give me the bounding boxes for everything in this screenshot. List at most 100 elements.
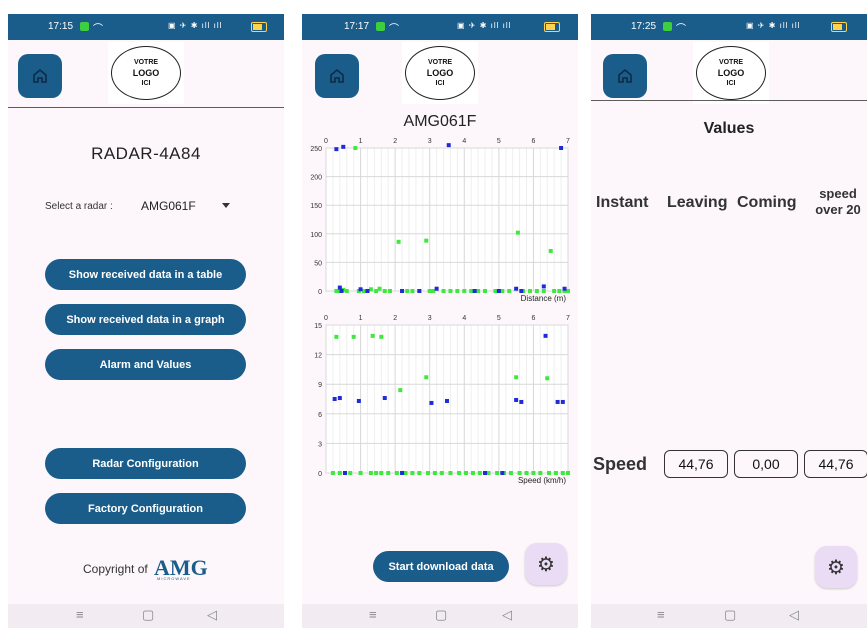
blue-data-point: [434, 286, 439, 291]
logo-line: LOGO: [132, 68, 160, 78]
blue-data-point: [343, 471, 348, 475]
radar-configuration-button[interactable]: Radar Configuration: [45, 448, 246, 479]
green-data-point: [552, 289, 557, 293]
cast-icon: ⌒: [676, 24, 686, 35]
green-data-point: [344, 289, 349, 293]
green-data-point: [362, 289, 367, 293]
system-nav-bar: ≡ ▢ ◁: [591, 604, 867, 628]
status-time: 17:25: [631, 21, 657, 32]
home-icon: [33, 68, 47, 83]
x-tick-label: 2: [393, 315, 397, 322]
speed-chart: 0 1 2 3 4 5 6 703691215Speed (km/h): [314, 315, 570, 485]
green-data-point: [410, 471, 415, 475]
green-data-point: [358, 471, 363, 475]
blue-data-point: [543, 333, 548, 338]
green-data-point: [424, 238, 429, 243]
x-tick-label: 7: [566, 315, 570, 322]
green-data-point: [457, 471, 462, 475]
green-data-point: [330, 471, 335, 475]
green-data-point: [448, 289, 453, 293]
green-data-point: [351, 334, 356, 339]
blue-data-point: [337, 396, 342, 401]
status-bar: 17:17 ⌒ ▣ ✈ ✱ ıll ıll: [302, 14, 578, 40]
radar-select[interactable]: AMG061F: [141, 199, 196, 213]
chart-title: AMG061F: [403, 113, 477, 130]
show-table-button[interactable]: Show received data in a table: [45, 259, 246, 290]
cast-icon: ⌒: [93, 24, 103, 35]
green-data-point: [546, 471, 551, 475]
signal-icons: ▣ ✈ ✱ ıll ıll: [168, 21, 223, 30]
back-triangle-icon[interactable]: ◁: [502, 607, 512, 623]
green-data-point: [548, 248, 553, 253]
green-data-point: [405, 289, 410, 293]
green-data-point: [476, 289, 481, 293]
gear-icon: ⚙: [537, 553, 555, 576]
home-button[interactable]: [603, 54, 647, 98]
menu-icon[interactable]: ≡: [657, 607, 665, 622]
blue-data-point: [500, 471, 505, 475]
green-data-point: [508, 471, 513, 475]
menu-icon[interactable]: ≡: [76, 607, 84, 622]
screen-values: 17:25 ⌒ ▣ ✈ ✱ ıll ıll VOTRE LOGO ICI Val…: [591, 14, 867, 628]
back-triangle-icon[interactable]: ◁: [789, 607, 799, 623]
square-icon[interactable]: ▢: [724, 607, 736, 623]
green-data-point: [368, 287, 373, 292]
green-data-point: [560, 471, 565, 475]
square-icon[interactable]: ▢: [142, 607, 154, 623]
speed-row-label: Speed: [593, 454, 648, 474]
home-button[interactable]: [315, 54, 359, 98]
green-data-point: [541, 289, 546, 293]
copyright-text: Copyright of: [83, 562, 148, 576]
blue-data-point: [341, 144, 346, 149]
green-data-point: [353, 146, 358, 150]
green-data-point: [394, 471, 399, 475]
alarm-values-button[interactable]: Alarm and Values: [45, 349, 246, 380]
green-data-point: [387, 289, 392, 293]
screen-main-menu: 17:15 ⌒ ▣ ✈ ✱ ıll ıll VOTRE LOGO ICI RAD…: [8, 14, 284, 628]
green-data-point: [368, 471, 373, 475]
notification-icon: [376, 22, 385, 31]
green-data-point: [431, 289, 436, 293]
blue-data-point: [483, 471, 488, 475]
logo-line: VOTRE: [427, 59, 453, 66]
settings-button[interactable]: ⚙: [525, 543, 567, 585]
show-graph-button[interactable]: Show received data in a graph: [45, 304, 246, 335]
green-data-point: [538, 471, 543, 475]
start-download-button[interactable]: Start download data: [373, 551, 509, 582]
green-data-point: [396, 239, 401, 244]
blue-data-point: [472, 289, 477, 293]
green-data-point: [377, 286, 382, 291]
dropdown-arrow-icon[interactable]: [222, 203, 230, 208]
status-time: 17:17: [344, 21, 370, 32]
blue-data-point: [562, 286, 567, 291]
logo: VOTRE LOGO ICI: [108, 42, 184, 104]
green-data-point: [531, 471, 536, 475]
home-icon: [618, 68, 632, 83]
battery-icon: [251, 22, 267, 32]
square-icon[interactable]: ▢: [435, 607, 447, 623]
y-tick-label: 12: [314, 353, 322, 360]
green-data-point: [370, 333, 375, 338]
logo-line: VOTRE: [718, 59, 744, 66]
factory-configuration-button[interactable]: Factory Configuration: [45, 493, 246, 524]
select-radar-label: Select a radar :: [45, 201, 113, 212]
menu-icon[interactable]: ≡: [369, 607, 377, 622]
green-data-point: [386, 471, 391, 475]
settings-button[interactable]: ⚙: [815, 546, 857, 588]
green-data-point: [425, 471, 430, 475]
green-data-point: [464, 471, 469, 475]
x-tick-label: 4: [462, 315, 466, 322]
green-data-point: [439, 471, 444, 475]
distance-chart: 0 1 2 3 4 5 6 7 0 50 100 150 200 250 Distance (m): [310, 138, 570, 303]
x-tick-label: 4: [462, 138, 466, 145]
y-tick-label: 150: [310, 203, 322, 210]
green-data-point: [374, 289, 379, 293]
back-triangle-icon[interactable]: ◁: [207, 607, 217, 623]
battery-icon: [544, 22, 560, 32]
home-button[interactable]: [18, 54, 62, 98]
green-data-point: [337, 471, 342, 475]
blue-data-point: [334, 147, 339, 152]
blue-data-point: [519, 399, 524, 404]
x-tick-label: 0: [324, 138, 328, 145]
blue-data-point: [514, 286, 519, 291]
